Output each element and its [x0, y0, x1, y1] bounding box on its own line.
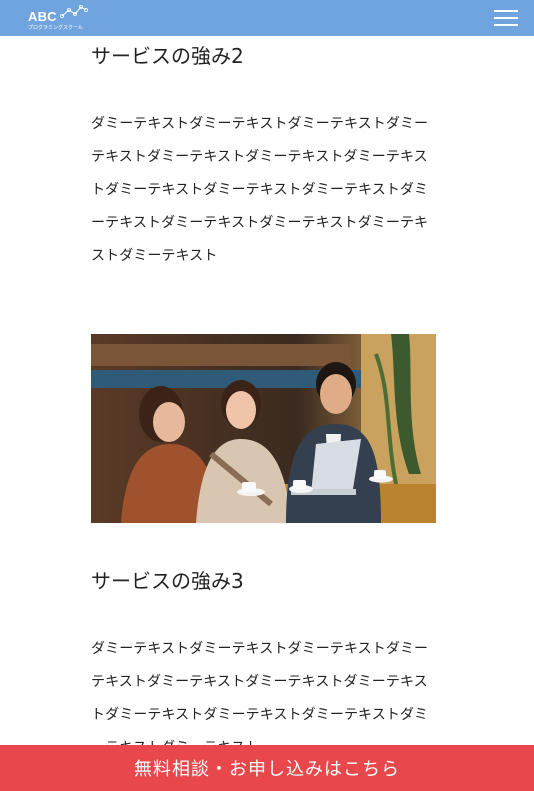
- section-body: ダミーテキストダミーテキストダミーテキストダミーテキストダミーテキストダミーテキ…: [91, 116, 429, 264]
- logo-subtext: プログラミングスクール: [28, 25, 84, 31]
- section-title: サービスの強み3: [91, 569, 244, 593]
- consultation-cta-button[interactable]: 無料相談・お申し込みはこちら: [0, 745, 534, 791]
- logo-text: ABC: [28, 9, 57, 24]
- site-header: ABC プログラミングスクール: [0, 0, 534, 36]
- cafe-meeting-photo: [91, 334, 436, 523]
- logo-graph-icon: [60, 4, 88, 18]
- hamburger-menu-icon[interactable]: [494, 9, 518, 26]
- logo[interactable]: ABC プログラミングスクール: [28, 4, 98, 32]
- section-title: サービスの強み2: [91, 44, 244, 68]
